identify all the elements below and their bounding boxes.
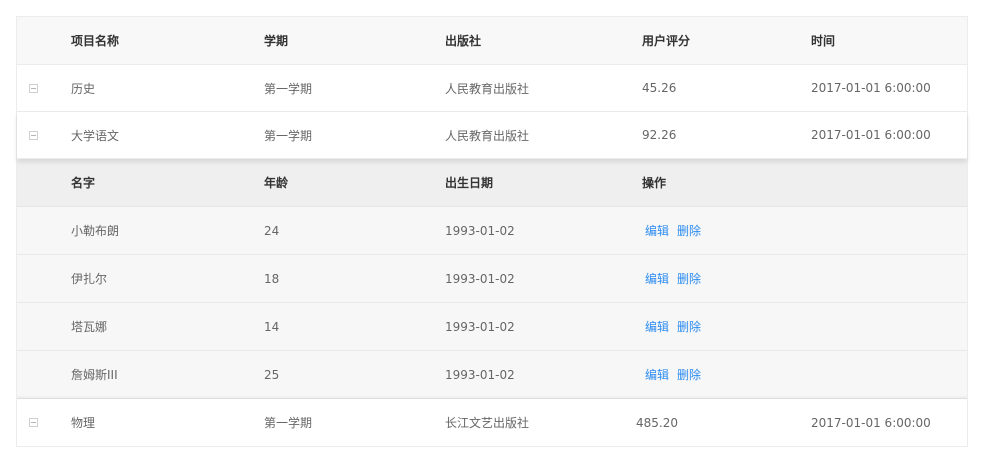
sub-cell-name: 伊扎尔: [71, 272, 108, 286]
header-time: 时间: [811, 34, 836, 48]
sub-cell-actions: 编辑 删除: [645, 255, 709, 302]
sub-cell-actions: 编辑 删除: [645, 351, 709, 398]
sub-table-row: 伊扎尔 18 1993-01-02 编辑 删除: [17, 255, 967, 303]
cell-rating: 45.26: [642, 81, 677, 95]
project-table: 项目名称 学期 出版社 用户评分 时间 历史 第一学期 人民教育出版社 45.2…: [16, 16, 968, 447]
expanded-sub-table: 名字 年龄 出生日期 操作 小勒布朗 24 1993-01-02 编辑 删除 伊…: [17, 159, 967, 399]
header-term: 学期: [264, 34, 289, 48]
row-toggle[interactable]: [29, 65, 45, 111]
sub-cell-actions: 编辑 删除: [645, 303, 709, 350]
sub-table-header: 名字 年龄 出生日期 操作: [17, 159, 967, 207]
sub-table-row: 詹姆斯III 25 1993-01-02 编辑 删除: [17, 351, 967, 399]
cell-project-name: 大学语文: [71, 128, 120, 143]
cell-publisher: 长江文艺出版社: [445, 416, 530, 430]
cell-publisher: 人民教育出版社: [445, 128, 530, 143]
row-toggle[interactable]: [29, 112, 45, 158]
table-row-expanded: 大学语文 第一学期 人民教育出版社 92.26 2017-01-01 6:00:…: [17, 112, 967, 159]
edit-link[interactable]: 编辑: [645, 222, 669, 239]
cell-time: 2017-01-01 6:00:00: [811, 415, 931, 430]
cell-term: 第一学期: [264, 416, 313, 430]
cell-rating: 485.20: [636, 415, 678, 430]
table-row: 历史 第一学期 人民教育出版社 45.26 2017-01-01 6:00:00: [17, 65, 967, 112]
table-header: 项目名称 学期 出版社 用户评分 时间: [17, 17, 967, 65]
sub-header-birth: 出生日期: [445, 176, 494, 190]
expand-toggle-icon[interactable]: [29, 130, 38, 140]
sub-header-name: 名字: [71, 176, 96, 190]
edit-link[interactable]: 编辑: [645, 366, 669, 383]
delete-link[interactable]: 删除: [677, 222, 701, 239]
sub-cell-age: 24: [264, 223, 280, 238]
sub-header-actions: 操作: [642, 176, 667, 190]
row-toggle[interactable]: [29, 399, 45, 446]
sub-cell-birth: 1993-01-02: [445, 223, 515, 238]
sub-cell-birth: 1993-01-02: [445, 367, 515, 382]
cell-term: 第一学期: [264, 81, 313, 96]
edit-link[interactable]: 编辑: [645, 270, 669, 287]
collapse-toggle-icon[interactable]: [29, 418, 38, 427]
sub-cell-age: 18: [264, 271, 280, 286]
delete-link[interactable]: 删除: [677, 318, 701, 335]
sub-cell-name: 塔瓦娜: [71, 320, 108, 334]
sub-table-row: 小勒布朗 24 1993-01-02 编辑 删除: [17, 207, 967, 255]
sub-cell-age: 25: [264, 367, 280, 382]
header-project-name: 项目名称: [71, 34, 120, 48]
sub-cell-name: 小勒布朗: [71, 224, 120, 238]
sub-table-row: 塔瓦娜 14 1993-01-02 编辑 删除: [17, 303, 967, 351]
sub-cell-name: 詹姆斯III: [71, 368, 118, 382]
sub-cell-birth: 1993-01-02: [445, 319, 515, 334]
sub-cell-actions: 编辑 删除: [645, 207, 709, 254]
cell-time: 2017-01-01 6:00:00: [811, 81, 931, 95]
cell-publisher: 人民教育出版社: [445, 81, 530, 96]
cell-term: 第一学期: [264, 128, 313, 143]
sub-header-age: 年龄: [264, 176, 289, 190]
header-rating: 用户评分: [642, 34, 691, 48]
sub-cell-birth: 1993-01-02: [445, 271, 515, 286]
cell-project-name: 物理: [71, 416, 96, 430]
header-publisher: 出版社: [445, 34, 482, 48]
table-row: 物理 第一学期 长江文艺出版社 485.20 2017-01-01 6:00:0…: [17, 399, 967, 446]
cell-rating: 92.26: [642, 128, 677, 142]
cell-time: 2017-01-01 6:00:00: [811, 128, 931, 142]
delete-link[interactable]: 删除: [677, 270, 701, 287]
edit-link[interactable]: 编辑: [645, 318, 669, 335]
cell-project-name: 历史: [71, 81, 96, 96]
collapse-toggle-icon[interactable]: [29, 83, 38, 93]
delete-link[interactable]: 删除: [677, 366, 701, 383]
sub-cell-age: 14: [264, 319, 280, 334]
